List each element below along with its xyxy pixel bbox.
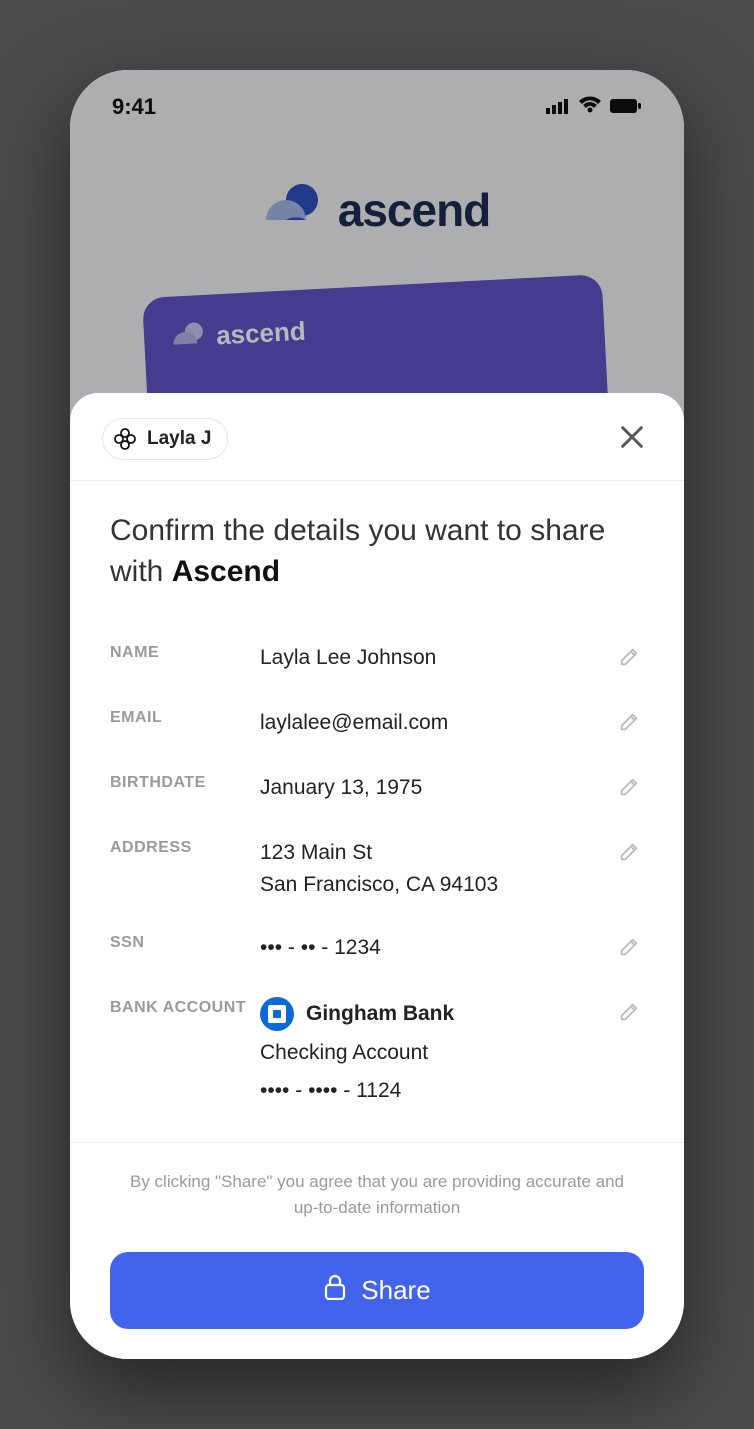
value-email: laylalee@email.com (260, 707, 614, 739)
value-address: 123 Main St San Francisco, CA 94103 (260, 837, 614, 900)
address-line2: San Francisco, CA 94103 (260, 869, 614, 901)
user-chip-label: Layla J (147, 428, 211, 450)
sheet-heading: Confirm the details you want to share wi… (110, 511, 644, 592)
value-name: Layla Lee Johnson (260, 642, 614, 674)
close-icon (618, 439, 646, 454)
disclaimer-text: By clicking "Share" you agree that you a… (70, 1143, 684, 1246)
edit-address-button[interactable] (614, 837, 644, 870)
pencil-icon (618, 946, 640, 961)
row-bank: BANK ACCOUNT Gingham Bank Checking Accou… (110, 981, 644, 1122)
user-chip[interactable]: Layla J (102, 418, 228, 460)
share-button-label: Share (361, 1275, 430, 1306)
lock-icon (323, 1274, 347, 1307)
bank-masked: •••• - •••• - 1124 (260, 1075, 614, 1107)
pencil-icon (618, 721, 640, 736)
bank-badge-icon (260, 997, 294, 1031)
pencil-icon (618, 1011, 640, 1026)
pencil-icon (618, 656, 640, 671)
bank-header: Gingham Bank (260, 997, 614, 1031)
value-ssn: ••• - •• - 1234 (260, 932, 614, 964)
flower-icon (113, 427, 137, 451)
detail-list: NAME Layla Lee Johnson EMAIL laylalee@em… (110, 626, 644, 1122)
label-address: ADDRESS (110, 837, 260, 857)
label-name: NAME (110, 642, 260, 662)
share-button[interactable]: Share (110, 1252, 644, 1329)
edit-name-button[interactable] (614, 642, 644, 675)
address-line1: 123 Main St (260, 841, 372, 864)
screen: 9:41 ascend (70, 70, 684, 1359)
close-button[interactable] (612, 417, 652, 460)
phone-frame: 9:41 ascend (70, 70, 684, 1359)
row-name: NAME Layla Lee Johnson (110, 626, 644, 691)
heading-company: Ascend (172, 555, 280, 588)
pencil-icon (618, 851, 640, 866)
sheet-body: Confirm the details you want to share wi… (70, 481, 684, 1122)
value-birthdate: January 13, 1975 (260, 772, 614, 804)
bank-name: Gingham Bank (306, 998, 454, 1030)
row-ssn: SSN ••• - •• - 1234 (110, 916, 644, 981)
value-bank: Gingham Bank Checking Account •••• - •••… (260, 997, 614, 1106)
share-sheet: Layla J Confirm the details you want to … (70, 393, 684, 1359)
row-email: EMAIL laylalee@email.com (110, 691, 644, 756)
label-birthdate: BIRTHDATE (110, 772, 260, 792)
edit-ssn-button[interactable] (614, 932, 644, 965)
pencil-icon (618, 786, 640, 801)
label-ssn: SSN (110, 932, 260, 952)
label-bank: BANK ACCOUNT (110, 997, 260, 1017)
bank-account-type: Checking Account (260, 1037, 614, 1069)
row-birthdate: BIRTHDATE January 13, 1975 (110, 756, 644, 821)
edit-email-button[interactable] (614, 707, 644, 740)
edit-birthdate-button[interactable] (614, 772, 644, 805)
label-email: EMAIL (110, 707, 260, 727)
sheet-header: Layla J (70, 417, 684, 481)
row-address: ADDRESS 123 Main St San Francisco, CA 94… (110, 821, 644, 916)
edit-bank-button[interactable] (614, 997, 644, 1030)
